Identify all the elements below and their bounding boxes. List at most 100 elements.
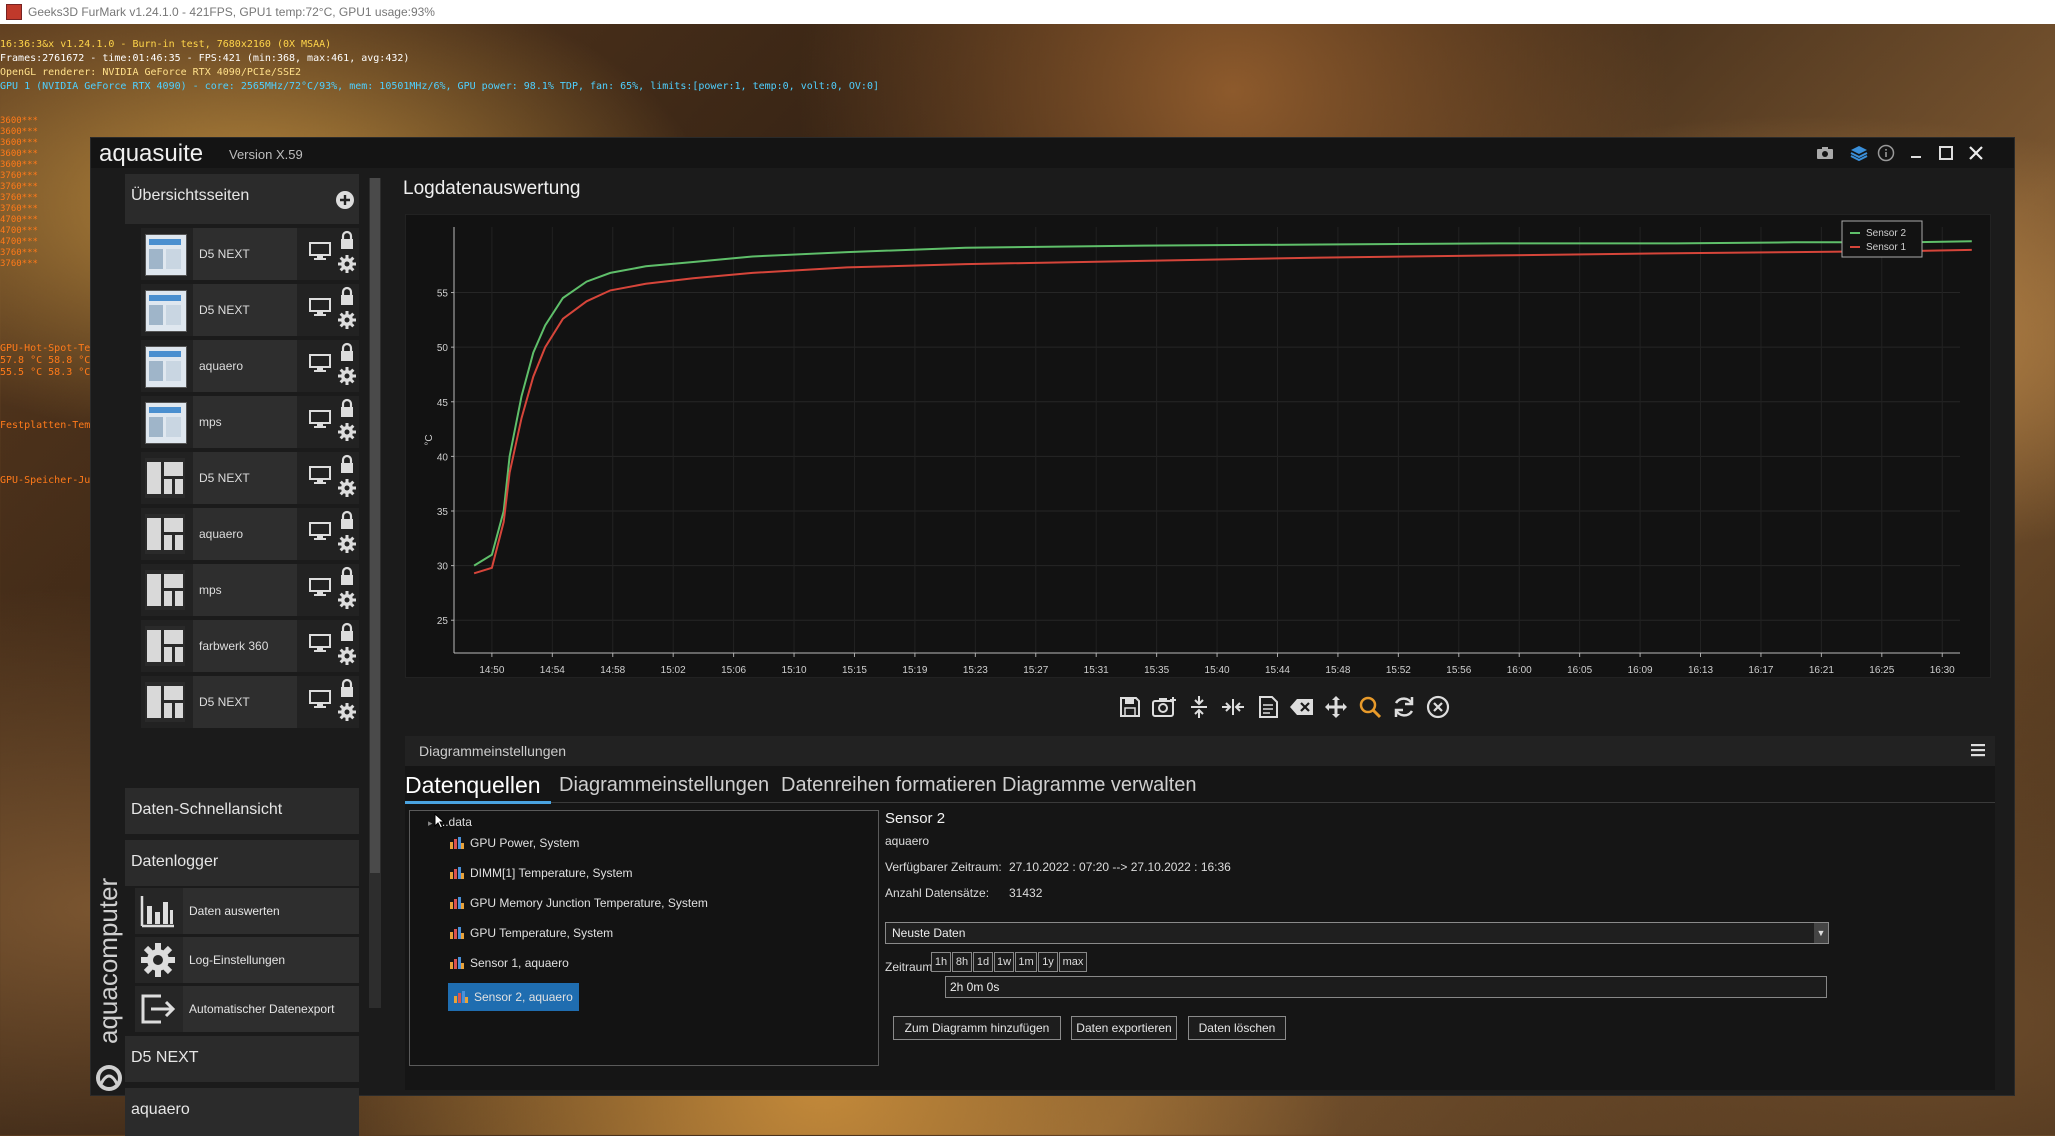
timespan-button[interactable]: 1y [1038,952,1058,972]
tool-evaluate-data[interactable]: Daten auswerten [135,888,359,934]
info-icon[interactable] [1876,143,1896,163]
overlay-side-value: 3760*** [0,182,38,192]
move-icon[interactable] [1321,692,1351,722]
overview-page-item[interactable]: farbwerk 360 [141,620,359,672]
monitor-icon[interactable] [309,466,331,484]
report-icon[interactable] [1253,692,1283,722]
data-source-tree[interactable]: ▸ ...data GPU Power, System DIMM[1] Temper… [409,810,879,1066]
timespan-button[interactable]: 8h [952,952,972,972]
hamburger-menu-icon[interactable] [1969,741,1989,761]
sidebar-scroll-thumb[interactable] [370,178,380,873]
tab-manage-charts[interactable]: Diagramme verwalten [1002,774,1197,797]
line-chart[interactable]: 25 30 35 40 45 50 55 14:50 14:54 14:58 15:02 15:06 1… [406,215,1990,677]
lock-icon[interactable] [339,566,355,586]
clear-icon[interactable] [1287,692,1317,722]
tree-collapse-icon[interactable]: ▸ [428,818,433,828]
overlay-side-value: 4700*** [0,226,38,236]
tab-data-sources[interactable]: Datenquellen [405,772,541,799]
gear-icon[interactable] [337,478,357,498]
tree-item[interactable]: Sensor 2, aquaero [448,983,579,1011]
lock-icon[interactable] [339,622,355,642]
chevron-down-icon[interactable]: ▼ [1814,923,1828,943]
monitor-icon[interactable] [309,690,331,708]
timespan-button[interactable]: 1m [1015,952,1037,972]
timespan-button[interactable]: 1h [931,952,951,972]
overview-page-item[interactable]: mps [141,396,359,448]
monitor-icon[interactable] [309,298,331,316]
overview-page-item[interactable]: D5 NEXT [141,676,359,728]
compress-vertical-icon[interactable] [1184,692,1214,722]
monitor-icon[interactable] [309,242,331,260]
lock-icon[interactable] [339,230,355,250]
timespan-button[interactable]: 1w [994,952,1014,972]
detail-device: aquaero [885,834,930,848]
gear-icon[interactable] [337,254,357,274]
overview-page-item[interactable]: D5 NEXT [141,228,359,280]
lock-icon[interactable] [339,454,355,474]
sidebar: Übersichtsseiten D5 NEXT D5 NEXT aquaero mp… [125,174,363,1136]
timespan-input[interactable]: 2h 0m 0s [945,976,1827,998]
y-tick-label: 25 [437,616,449,627]
gear-icon[interactable] [337,702,357,722]
gear-icon[interactable] [337,310,357,330]
aquaero-section-header[interactable]: aquaero [125,1088,359,1136]
monitor-icon[interactable] [309,354,331,372]
compress-horizontal-icon[interactable] [1218,692,1248,722]
add-to-chart-button[interactable]: Zum Diagramm hinzufügen [893,1016,1061,1040]
layers-icon[interactable] [1849,143,1869,163]
tree-item[interactable]: GPU Memory Junction Temperature, System [450,893,708,913]
datalogger-header[interactable]: Datenlogger [125,840,359,886]
chart-panel[interactable]: 25 30 35 40 45 50 55 14:50 14:54 14:58 15:02 15:06 1… [405,214,1991,678]
close-circle-icon[interactable] [1423,692,1453,722]
monitor-icon[interactable] [309,634,331,652]
camera-icon[interactable] [1149,692,1179,722]
maximize-icon[interactable] [1936,143,1956,163]
lock-icon[interactable] [339,342,355,362]
d5-next-section-header[interactable]: D5 NEXT [125,1036,359,1082]
gear-icon[interactable] [337,590,357,610]
tool-log-settings[interactable]: Log-Einstellungen [135,937,359,983]
lock-icon[interactable] [339,510,355,530]
tree-item[interactable]: GPU Power, System [450,833,579,853]
gear-icon[interactable] [337,422,357,442]
monitor-icon[interactable] [309,410,331,428]
overview-page-label: D5 NEXT [193,676,297,728]
page-thumbnail-icon [145,402,187,444]
gear-icon[interactable] [337,366,357,386]
tool-auto-export[interactable]: Automatischer Datenexport [135,986,359,1032]
export-data-button[interactable]: Daten exportieren [1071,1016,1177,1040]
tree-item[interactable]: DIMM[1] Temperature, System [450,863,633,883]
overview-page-item[interactable]: D5 NEXT [141,284,359,336]
data-mode-dropdown[interactable]: Neuste Daten ▼ [885,922,1829,944]
overview-pages-header[interactable]: Übersichtsseiten [125,174,359,224]
quickview-header[interactable]: Daten-Schnellansicht [125,788,359,834]
sidebar-scrollbar[interactable] [369,178,381,1008]
tree-item[interactable]: Sensor 1, aquaero [450,953,569,973]
overview-page-item[interactable]: D5 NEXT [141,452,359,504]
tab-active-indicator [405,801,551,804]
lock-icon[interactable] [339,398,355,418]
add-page-icon[interactable] [335,190,355,215]
close-icon[interactable] [1966,143,1986,163]
save-icon[interactable] [1115,692,1145,722]
gear-icon[interactable] [337,646,357,666]
camera-icon[interactable] [1815,143,1835,163]
tree-item[interactable]: GPU Temperature, System [450,923,613,943]
overview-page-item[interactable]: mps [141,564,359,616]
refresh-icon[interactable] [1389,692,1419,722]
zoom-icon[interactable] [1355,692,1385,722]
tab-chart-settings[interactable]: Diagrammeinstellungen [559,774,769,797]
delete-data-button[interactable]: Daten löschen [1188,1016,1286,1040]
timespan-button[interactable]: 1d [973,952,993,972]
overview-page-item[interactable]: aquaero [141,340,359,392]
gear-icon[interactable] [337,534,357,554]
lock-icon[interactable] [339,678,355,698]
overview-page-item[interactable]: aquaero [141,508,359,560]
monitor-icon[interactable] [309,578,331,596]
lock-icon[interactable] [339,286,355,306]
tree-item-label: GPU Temperature, System [470,926,614,940]
minimize-icon[interactable] [1906,143,1926,163]
monitor-icon[interactable] [309,522,331,540]
timespan-button[interactable]: max [1059,952,1087,972]
tab-format-series[interactable]: Datenreihen formatieren [781,774,997,797]
